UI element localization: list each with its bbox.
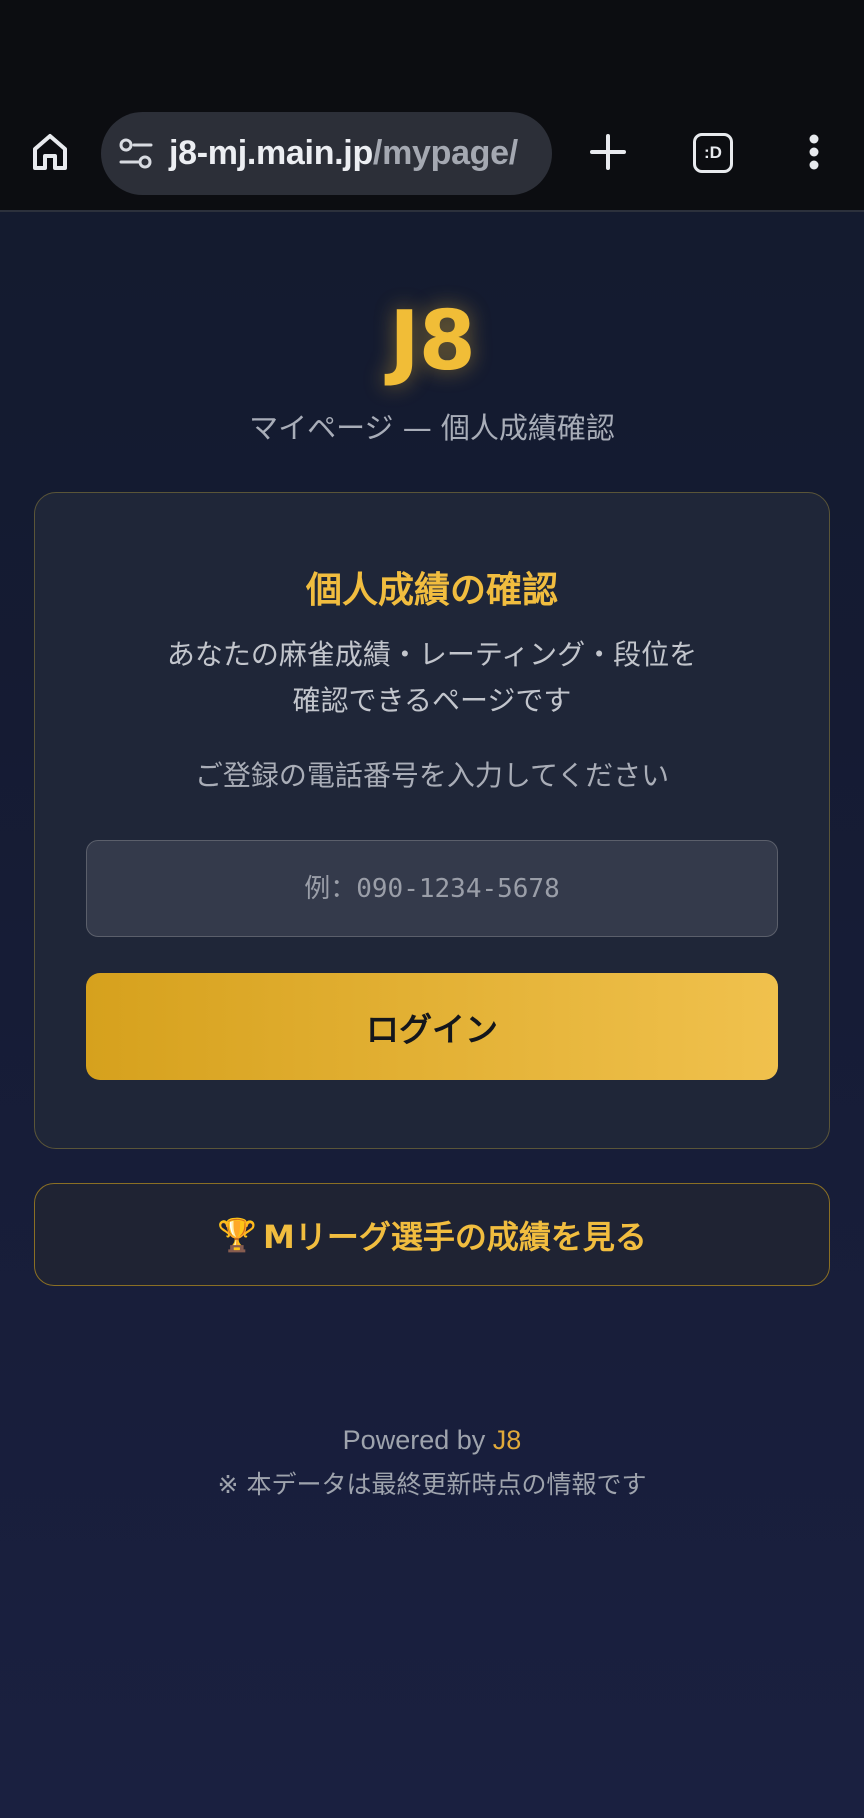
tab-switcher-button[interactable]: :D <box>693 133 733 173</box>
footer-brand: J8 <box>492 1425 522 1455</box>
site-logo: J8 <box>389 294 476 389</box>
url-host: j8-mj.main.jp <box>169 134 373 172</box>
new-tab-icon[interactable] <box>586 130 630 174</box>
site-settings-icon[interactable] <box>117 135 155 173</box>
login-button[interactable]: ログイン <box>86 973 778 1080</box>
card-description-line2: 確認できるページです <box>292 684 572 717</box>
browser-toolbar: j8-mj.main.jp/mypage/ :D <box>0 0 864 212</box>
card-title: 個人成績の確認 <box>305 570 558 611</box>
footer-powered-prefix: Powered by <box>342 1425 486 1455</box>
mleague-stats-button[interactable]: 🏆 Mリーグ選手の成績を見る <box>34 1183 830 1286</box>
footer-note: ※ 本データは最終更新時点の情報です <box>217 1470 647 1499</box>
mleague-stats-label: Mリーグ選手の成績を見る <box>262 1217 647 1256</box>
address-bar[interactable]: j8-mj.main.jp/mypage/ <box>101 112 552 195</box>
card-description: あなたの麻雀成績・レーティング・段位を 確認できるページです <box>0 632 864 724</box>
url-path: /mypage/ <box>372 134 518 172</box>
phone-number-input[interactable] <box>86 840 778 937</box>
page-subtitle: マイページ — 個人成績確認 <box>249 411 615 445</box>
footer-powered-by: Powered by J8 <box>0 1420 864 1460</box>
card-description-line1: あなたの麻雀成績・レーティング・段位を <box>166 638 698 671</box>
trophy-icon: 🏆 <box>217 1215 257 1254</box>
url-text[interactable]: j8-mj.main.jp/mypage/ <box>169 112 518 195</box>
more-menu-icon[interactable] <box>798 128 830 176</box>
home-icon[interactable] <box>26 128 74 176</box>
phone-prompt: ご登録の電話番号を入力してください <box>194 759 670 792</box>
